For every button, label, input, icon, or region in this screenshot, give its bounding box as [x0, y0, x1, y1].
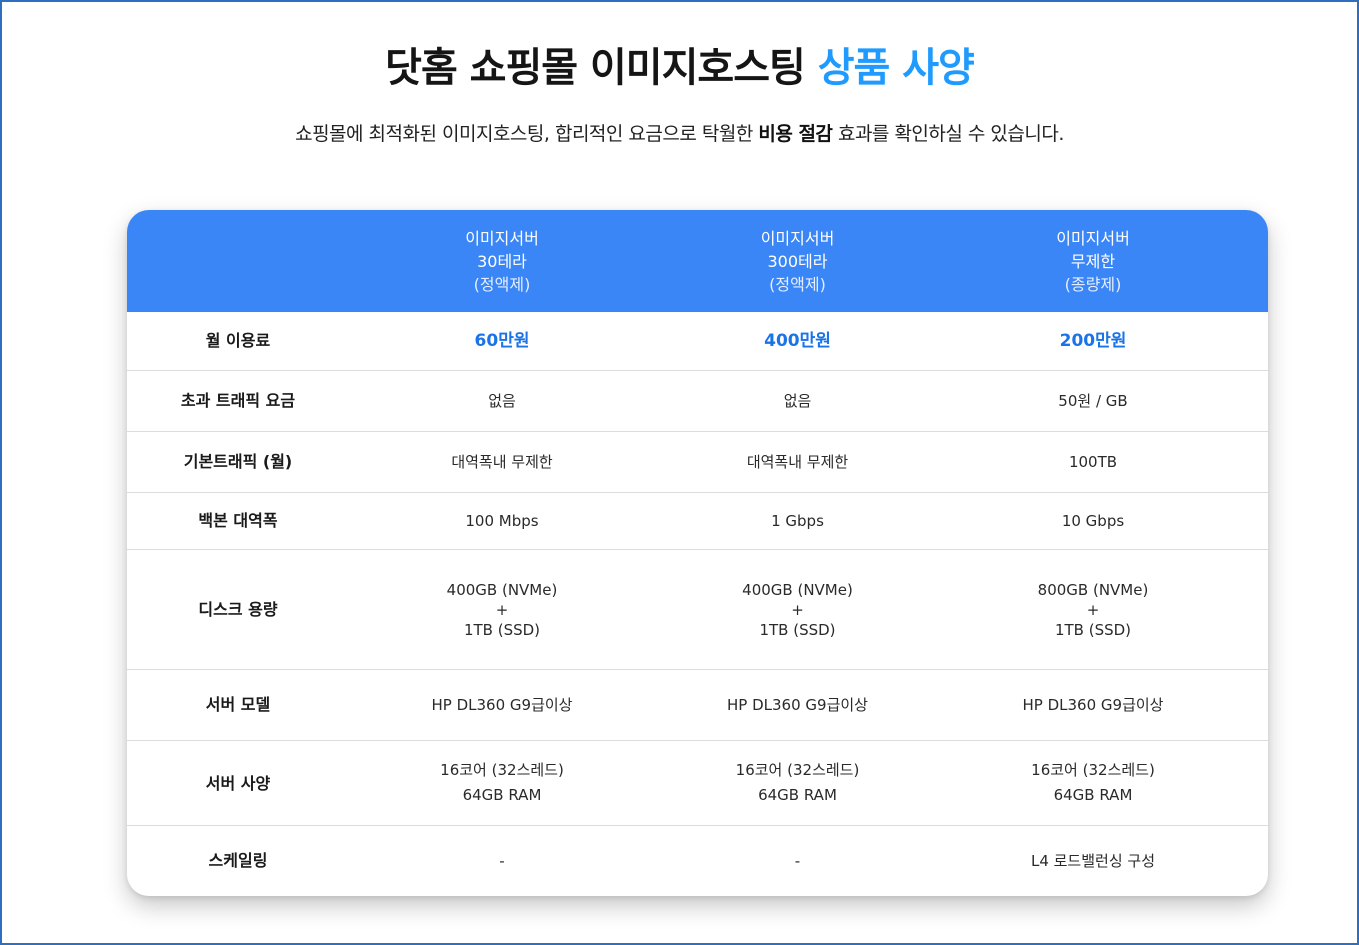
- price-value: 200만원: [1059, 331, 1127, 351]
- spec-ram: 64GB RAM: [1053, 786, 1133, 804]
- header-cell-plan-300tb: 이미지서버 300테라 (정액제): [655, 210, 940, 312]
- disk-nvme: 400GB (NVMe): [742, 580, 853, 599]
- header-cell-plan-30tb: 이미지서버 30테라 (정액제): [349, 210, 655, 312]
- disk-plus: +: [1086, 600, 1100, 619]
- table-body: 월 이용료 60만원 400만원 200만원 초과 트래픽 요금 없음 없음 5…: [127, 312, 1268, 896]
- plan-name: 이미지서버: [1056, 228, 1130, 248]
- table-row-scaling: 스케일링 - - L4 로드밸런싱 구성: [127, 825, 1268, 896]
- plan-name: 이미지서버: [465, 228, 539, 248]
- spec-cores: 16코어 (32스레드): [440, 761, 564, 779]
- table-row-server-spec: 서버 사양 16코어 (32스레드) 64GB RAM 16코어 (32스레드)…: [127, 740, 1268, 825]
- cell-value: -: [499, 852, 505, 870]
- table-header: 이미지서버 30테라 (정액제) 이미지서버 300테라 (정액제) 이미지서버…: [127, 210, 1268, 312]
- row-label: 기본트래픽 (월): [183, 452, 293, 471]
- table-row-server-model: 서버 모델 HP DL360 G9급이상 HP DL360 G9급이상 HP D…: [127, 669, 1268, 740]
- plan-billing: (종량제): [1064, 274, 1122, 294]
- page-subtitle: 쇼핑몰에 최적화된 이미지호스팅, 합리적인 요금으로 탁월한 비용 절감 효과…: [0, 120, 1359, 148]
- cell-value: 100TB: [1068, 453, 1118, 471]
- table-row-overage-fee: 초과 트래픽 요금 없음 없음 50원 / GB: [127, 370, 1268, 431]
- spec-ram: 64GB RAM: [462, 786, 542, 804]
- header-cell-empty: [127, 210, 349, 312]
- cell-value: HP DL360 G9급이상: [431, 696, 573, 714]
- cell-value: 50원 / GB: [1058, 392, 1128, 410]
- row-label: 초과 트래픽 요금: [180, 391, 296, 410]
- cell-value: -: [794, 852, 801, 870]
- disk-plus: +: [791, 600, 804, 619]
- row-label: 월 이용료: [205, 331, 271, 350]
- disk-ssd: 1TB (SSD): [759, 620, 836, 639]
- cell-value: 없음: [783, 392, 812, 410]
- cell-value: HP DL360 G9급이상: [727, 696, 868, 714]
- plan-capacity: 30테라: [477, 251, 527, 271]
- cell-value: 16코어 (32스레드) 64GB RAM: [940, 758, 1246, 808]
- disk-plus: +: [495, 600, 509, 619]
- row-label: 스케일링: [208, 851, 268, 870]
- page-title: 닷홈 쇼핑몰 이미지호스팅 상품 사양: [0, 40, 1359, 96]
- row-label: 백본 대역폭: [198, 511, 278, 530]
- cell-value: 16코어 (32스레드) 64GB RAM: [349, 758, 655, 808]
- disk-ssd: 1TB (SSD): [463, 620, 541, 639]
- cell-value: 대역폭내 무제한: [746, 453, 849, 471]
- cell-value: 400GB (NVMe) + 1TB (SSD): [655, 580, 940, 640]
- cell-value: HP DL360 G9급이상: [1022, 696, 1164, 714]
- spec-ram: 64GB RAM: [758, 786, 837, 804]
- row-label: 서버 사양: [205, 773, 271, 793]
- spec-table: 이미지서버 30테라 (정액제) 이미지서버 300테라 (정액제) 이미지서버…: [127, 210, 1268, 896]
- plan-capacity: 300테라: [767, 251, 828, 271]
- disk-nvme: 400GB (NVMe): [446, 580, 558, 599]
- subtitle-text-post: 효과를 확인하실 수 있습니다.: [832, 123, 1064, 145]
- disk-ssd: 1TB (SSD): [1054, 620, 1132, 639]
- subtitle-text-pre: 쇼핑몰에 최적화된 이미지호스팅, 합리적인 요금으로 탁월한: [295, 123, 759, 145]
- disk-nvme: 800GB (NVMe): [1037, 580, 1149, 599]
- plan-billing: (정액제): [473, 274, 531, 294]
- subtitle-text-bold: 비용 절감: [758, 123, 833, 145]
- table-row-base-traffic: 기본트래픽 (월) 대역폭내 무제한 대역폭내 무제한 100TB: [127, 431, 1268, 492]
- cell-value: 10 Gbps: [1061, 512, 1125, 530]
- row-label: 서버 모델: [205, 695, 271, 714]
- spec-cores: 16코어 (32스레드): [735, 761, 860, 779]
- table-row-monthly-fee: 월 이용료 60만원 400만원 200만원: [127, 312, 1268, 370]
- header-cell-plan-unlimited: 이미지서버 무제한 (종량제): [940, 210, 1246, 312]
- cell-value: 없음: [488, 392, 516, 410]
- page-title-main: 닷홈 쇼핑몰 이미지호스팅: [385, 45, 818, 91]
- spec-cores: 16코어 (32스레드): [1031, 761, 1155, 779]
- plan-capacity: 무제한: [1070, 251, 1116, 271]
- cell-value: 대역폭내 무제한: [451, 453, 553, 471]
- cell-value: L4 로드밸런싱 구성: [1030, 852, 1156, 870]
- table-row-disk-capacity: 디스크 용량 400GB (NVMe) + 1TB (SSD) 400GB (N…: [127, 549, 1268, 669]
- plan-billing: (정액제): [769, 274, 826, 294]
- plan-name: 이미지서버: [760, 228, 835, 248]
- cell-value: 400GB (NVMe) + 1TB (SSD): [349, 580, 655, 640]
- cell-value: 1 Gbps: [771, 512, 824, 530]
- cell-value: 16코어 (32스레드) 64GB RAM: [655, 758, 940, 808]
- cell-value: 800GB (NVMe) + 1TB (SSD): [940, 580, 1246, 640]
- cell-value: 100 Mbps: [465, 512, 539, 530]
- page-title-accent: 상품 사양: [817, 45, 975, 91]
- row-label: 디스크 용량: [198, 599, 278, 619]
- price-value: 60만원: [474, 331, 530, 351]
- table-row-backbone-bandwidth: 백본 대역폭 100 Mbps 1 Gbps 10 Gbps: [127, 492, 1268, 549]
- price-value: 400만원: [764, 331, 831, 351]
